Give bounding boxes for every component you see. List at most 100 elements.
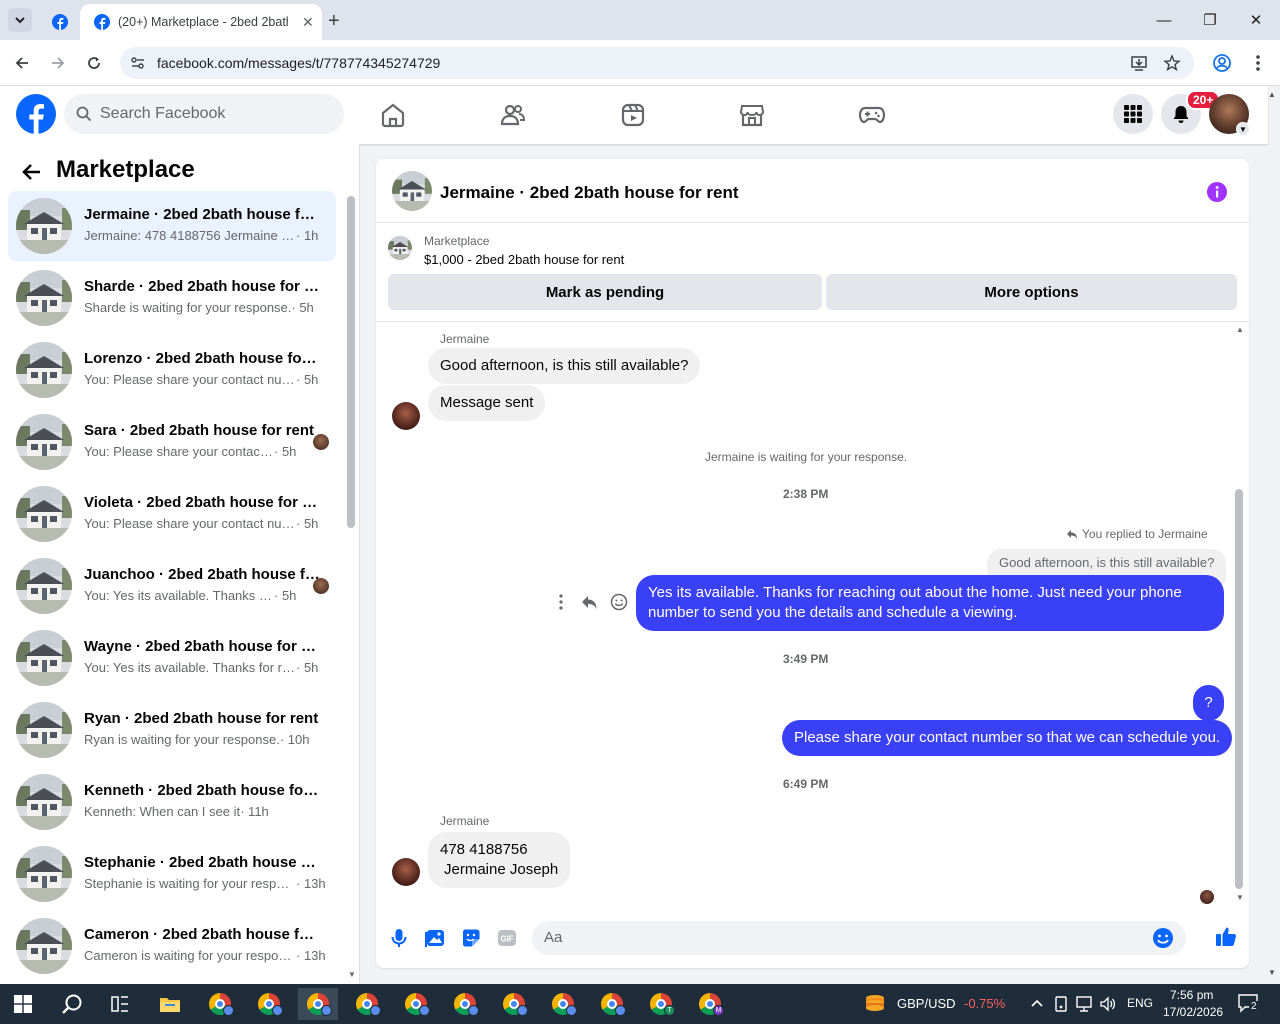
chrome-app[interactable] — [592, 988, 632, 1020]
listing-thumbnail[interactable] — [388, 236, 412, 260]
conversation-item[interactable]: Sharde · 2bed 2bath house for rent Sharde… — [8, 263, 336, 333]
clock-date[interactable]: 17/02/2026 — [1163, 1005, 1223, 1019]
outgoing-message[interactable]: ? — [1193, 685, 1224, 721]
video-icon[interactable] — [620, 102, 646, 128]
conversation-item[interactable]: Ryan · 2bed 2bath house for rent Ryan is … — [8, 695, 336, 765]
chrome-app[interactable] — [249, 988, 289, 1020]
message-input[interactable]: Aa — [532, 921, 1186, 955]
chrome-app[interactable] — [494, 988, 534, 1020]
home-icon[interactable] — [380, 102, 406, 128]
restore-button[interactable]: ❐ — [1188, 6, 1232, 34]
facebook-logo-icon[interactable] — [16, 94, 56, 134]
language-indicator[interactable]: ENG — [1127, 996, 1153, 1010]
emoji-icon[interactable] — [1152, 927, 1174, 949]
network-icon[interactable] — [1075, 995, 1093, 1013]
listing-avatar[interactable] — [392, 171, 432, 211]
conversation-item[interactable]: Sara · 2bed 2bath house for rent You: Ple… — [8, 407, 336, 477]
incoming-message[interactable]: Message sent — [428, 385, 546, 421]
gif-icon[interactable]: GIF — [496, 927, 518, 949]
photo-icon[interactable] — [424, 927, 446, 949]
incoming-message[interactable]: Good afternoon, is this still available? — [428, 348, 701, 384]
scroll-up-arrow-icon[interactable]: ▲ — [1236, 325, 1244, 334]
emoji-react-icon[interactable] — [610, 593, 628, 611]
site-settings-icon[interactable] — [130, 55, 146, 71]
marketplace-icon[interactable] — [739, 102, 765, 128]
chrome-app[interactable] — [445, 988, 485, 1020]
mark-as-pending-button[interactable]: Mark as pending — [388, 274, 822, 310]
conversation-item[interactable]: Violeta · 2bed 2bath house for rent You: … — [8, 479, 336, 549]
conversation-item[interactable]: Cameron · 2bed 2bath house for rent Camer… — [8, 911, 336, 981]
thumbs-up-icon[interactable] — [1215, 925, 1237, 947]
file-explorer-app[interactable] — [150, 988, 190, 1020]
volume-icon[interactable] — [1099, 995, 1117, 1013]
chat-title[interactable]: Jermaine · 2bed 2bath house for rent — [440, 183, 739, 203]
chrome-app[interactable] — [543, 988, 583, 1020]
stock-ticker-label[interactable]: GBP/USD — [897, 996, 956, 1011]
scroll-down-arrow-icon[interactable]: ▼ — [1236, 893, 1244, 902]
conversation-item[interactable]: Wayne · 2bed 2bath house for rent You: Ye… — [8, 623, 336, 693]
address-bar[interactable]: facebook.com/messages/t/778774345274729 — [120, 47, 1194, 79]
tab-marketplace[interactable]: (20+) Marketplace - 2bed 2bath ✕ — [80, 4, 322, 40]
windows-start-icon[interactable] — [14, 995, 32, 1013]
info-icon[interactable] — [1206, 181, 1228, 203]
tab-search-button[interactable] — [8, 8, 32, 32]
device-icon[interactable] — [1053, 995, 1069, 1013]
pinned-tab-facebook[interactable] — [44, 8, 76, 36]
chrome-app[interactable] — [396, 988, 436, 1020]
conversation-name: Ryan · 2bed 2bath house for rent — [84, 710, 319, 727]
chrome-app[interactable] — [200, 988, 240, 1020]
gaming-icon[interactable] — [859, 102, 885, 128]
conversation-item[interactable]: Stephanie · 2bed 2bath house for rent Ste… — [8, 839, 336, 909]
back-button[interactable] — [11, 52, 33, 74]
conversation-item[interactable]: Kenneth · 2bed 2bath house for rent Kenne… — [8, 767, 336, 837]
page-scroll-down-arrow-icon[interactable]: ▼ — [1268, 968, 1276, 977]
chat-scrollbar[interactable] — [1235, 489, 1243, 889]
task-view-icon[interactable] — [110, 995, 130, 1013]
chrome-app[interactable] — [347, 988, 387, 1020]
chevron-down-icon[interactable]: ▼ — [1236, 122, 1250, 136]
stock-ticker-value[interactable]: -0.75% — [964, 996, 1005, 1011]
microphone-icon[interactable] — [388, 927, 410, 949]
search-input[interactable]: Search Facebook — [64, 94, 344, 134]
arrow-left-icon[interactable] — [20, 160, 44, 184]
bookmark-star-icon[interactable] — [1163, 54, 1181, 72]
new-tab-button[interactable]: + — [328, 10, 340, 33]
stock-widget-icon[interactable] — [864, 992, 886, 1014]
chrome-app[interactable] — [298, 988, 338, 1020]
menu-button[interactable] — [1113, 94, 1153, 134]
conversation-item[interactable]: Lorenzo · 2bed 2bath house for rent You: … — [8, 335, 336, 405]
friends-icon[interactable] — [500, 102, 526, 128]
search-icon[interactable] — [61, 993, 83, 1015]
timestamp: 6:49 PM — [783, 777, 829, 791]
sender-avatar[interactable] — [392, 858, 420, 886]
tab-close-icon[interactable]: ✕ — [302, 14, 314, 31]
profile-icon[interactable] — [1212, 53, 1232, 73]
sender-avatar[interactable] — [392, 402, 420, 430]
more-options-button[interactable]: More options — [826, 274, 1237, 310]
chevron-up-icon[interactable] — [1030, 998, 1044, 1008]
forward-button[interactable] — [47, 52, 69, 74]
outgoing-message[interactable]: Yes its available. Thanks for reaching o… — [636, 575, 1224, 631]
conversation-item[interactable]: Juanchoo · 2bed 2bath house for rent You:… — [8, 551, 336, 621]
sticker-icon[interactable] — [460, 927, 482, 949]
outgoing-message[interactable]: Please share your contact number so that… — [782, 720, 1233, 756]
sidebar-scrollbar[interactable] — [347, 196, 355, 528]
kebab-menu-icon[interactable] — [1250, 53, 1266, 73]
reply-icon[interactable] — [580, 593, 598, 611]
more-vertical-icon[interactable] — [554, 593, 568, 611]
notification-center-button[interactable]: 2 — [1237, 993, 1261, 1015]
incoming-message[interactable]: 478 4188756 Jermaine Joseph — [428, 832, 571, 888]
close-window-button[interactable]: ✕ — [1234, 6, 1278, 34]
conversation-time: · 5h — [296, 372, 319, 387]
page-scroll-up-arrow-icon[interactable]: ▲ — [1268, 90, 1276, 99]
reload-button[interactable] — [83, 52, 105, 74]
scroll-down-arrow-icon[interactable]: ▼ — [348, 970, 356, 979]
house-photo-icon — [16, 918, 72, 974]
listing-price[interactable]: $1,000 - 2bed 2bath house for rent — [424, 252, 624, 267]
minimize-button[interactable]: — — [1142, 6, 1186, 34]
chrome-app[interactable]: T — [641, 988, 681, 1020]
clock-time[interactable]: 7:56 pm — [1170, 988, 1213, 1002]
install-app-icon[interactable] — [1130, 54, 1148, 72]
chrome-app[interactable]: M — [690, 988, 730, 1020]
conversation-item[interactable]: Jermaine · 2bed 2bath house for rent Jerm… — [8, 191, 336, 261]
